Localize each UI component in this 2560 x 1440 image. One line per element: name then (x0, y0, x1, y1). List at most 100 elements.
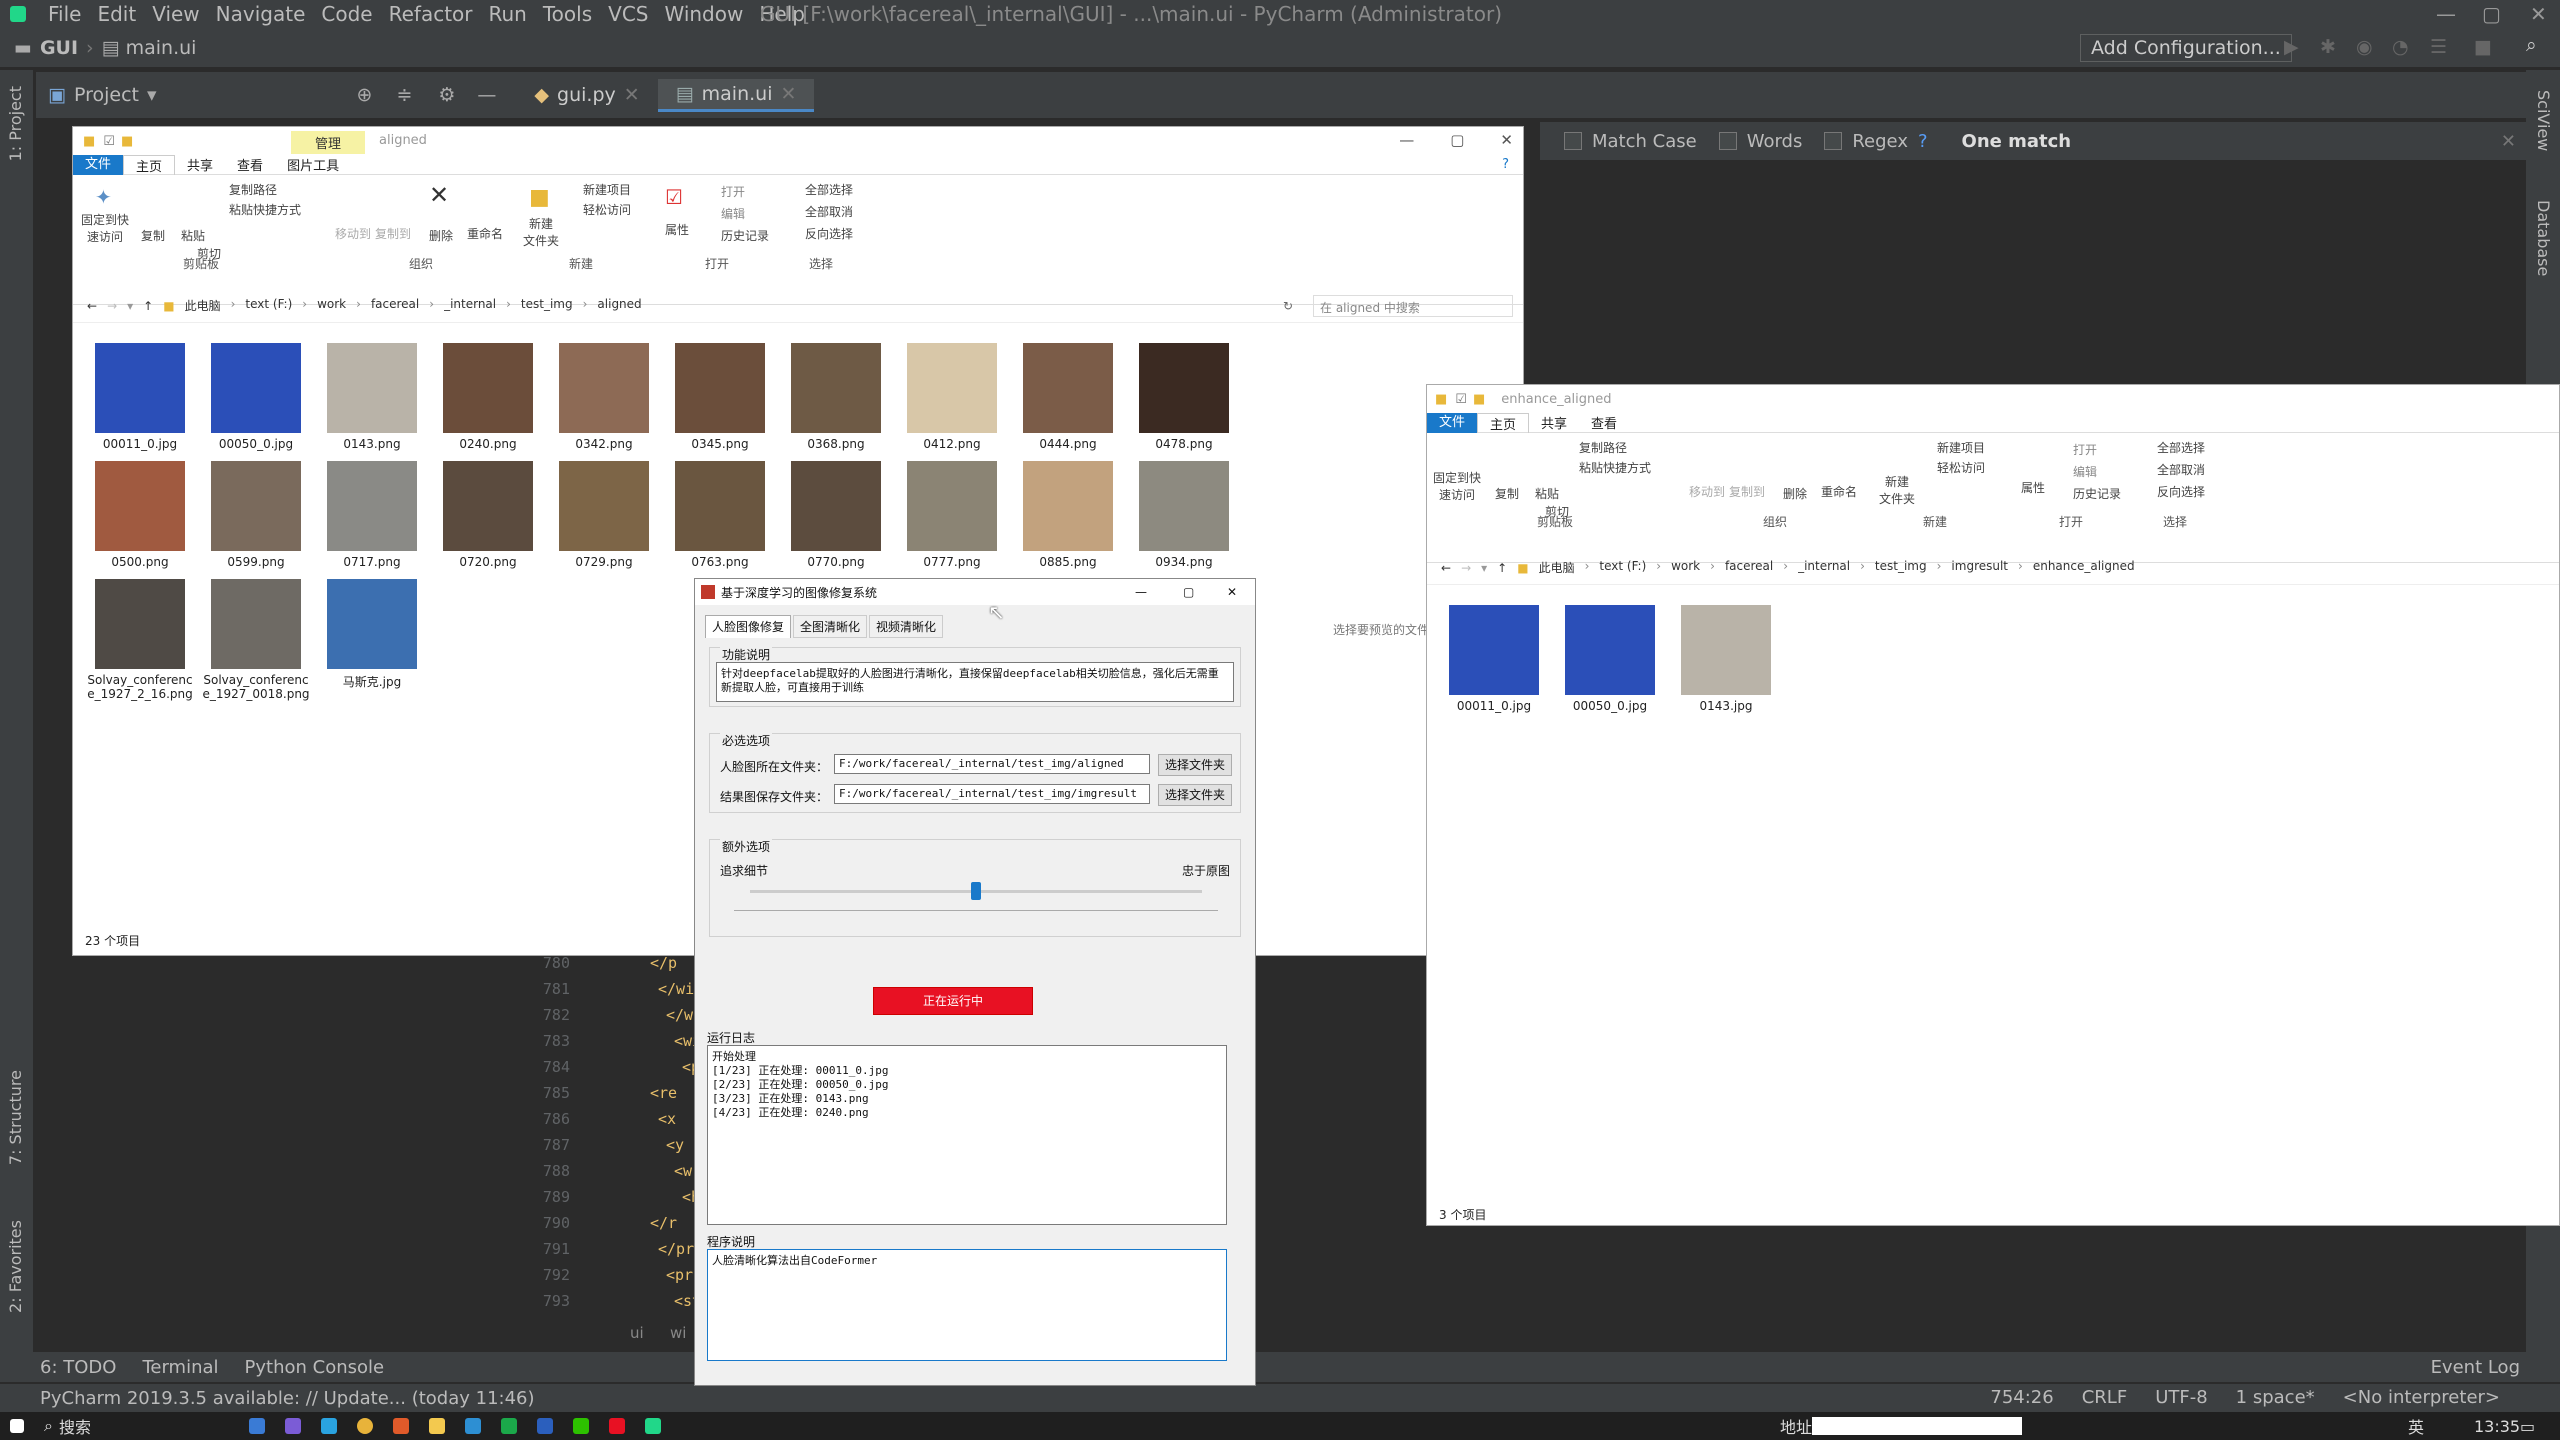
code-line[interactable]: <w (674, 1162, 692, 1180)
tab-video[interactable]: 视频清晰化 (869, 615, 944, 638)
tab-view[interactable]: 查看 (1579, 413, 1629, 432)
search-icon[interactable]: ⌕ (2526, 34, 2537, 56)
indent-setting[interactable]: 1 space* (2236, 1387, 2315, 1408)
file-thumbnail[interactable]: 00011_0.jpg (85, 343, 195, 451)
manage-tab[interactable]: 管理 (291, 131, 366, 154)
delete-button[interactable]: 删除 (1783, 485, 1807, 502)
path-segment[interactable]: test_img (1875, 559, 1927, 576)
add-configuration-button[interactable]: Add Configuration... (2080, 34, 2292, 62)
delete-button[interactable]: 删除 (429, 227, 453, 244)
tab-main-ui[interactable]: ▤ main.ui ✕ (657, 78, 815, 112)
close-icon[interactable]: ✕ (1500, 131, 1513, 149)
hide-icon[interactable]: — (477, 84, 496, 106)
project-selector[interactable]: Project (74, 84, 139, 106)
run-log[interactable]: 开始处理 [1/23] 正在处理: 00011_0.jpg [2/23] 正在处… (707, 1045, 1227, 1225)
back-icon[interactable]: ← (87, 299, 97, 313)
history-button[interactable]: 历史记录 (2073, 485, 2121, 502)
file-thumbnail[interactable]: 0240.png (433, 343, 543, 451)
run-button[interactable]: 正在运行中 (873, 987, 1033, 1015)
output-folder-field[interactable]: F:/work/facereal/_internal/test_img/imgr… (834, 784, 1150, 804)
path-segment[interactable]: work (1671, 559, 1700, 576)
path-breadcrumb[interactable]: 此电脑 › text (F:) › work › facereal › _internal › te… (185, 297, 642, 314)
terminal-tool-button[interactable]: Terminal (142, 1357, 218, 1378)
code-line[interactable]: </p (650, 954, 677, 972)
path-segment[interactable]: enhance_aligned (2033, 559, 2135, 576)
rename-button[interactable]: 重命名 (1821, 483, 1857, 500)
properties-icon[interactable]: ☑ (1455, 392, 1467, 407)
address-input[interactable] (1812, 1417, 2022, 1435)
file-thumbnail[interactable]: 0599.png (201, 461, 311, 569)
file-thumbnail[interactable]: Solvay_conference_1927_2_16.png (85, 579, 195, 701)
rename-button[interactable]: 重命名 (467, 225, 503, 242)
update-notification[interactable]: PyCharm 2019.3.5 available: // Update...… (40, 1388, 535, 1409)
tab-home[interactable]: 主页 (123, 154, 176, 175)
edit-button[interactable]: 编辑 (2073, 463, 2097, 480)
file-thumbnail[interactable]: 0444.png (1013, 343, 1123, 451)
path-segment[interactable]: work (317, 297, 346, 314)
path-segment[interactable]: _internal (444, 297, 496, 314)
input-browse-button[interactable]: 选择文件夹 (1158, 754, 1232, 776)
delete-icon[interactable]: ✕ (429, 181, 449, 209)
database-tool-button[interactable]: Database (2534, 200, 2553, 276)
path-segment[interactable]: 此电脑 (185, 297, 221, 314)
collapse-icon[interactable]: ≑ (396, 84, 412, 106)
debug-icon[interactable]: ✱ (2320, 36, 2336, 58)
menu-vcs[interactable]: VCS (600, 2, 656, 26)
maximize-icon[interactable]: ▢ (1183, 585, 1194, 599)
folder-icon[interactable]: ■ (121, 134, 133, 149)
todo-tool-button[interactable]: 6: TODO (40, 1357, 116, 1378)
tab-share[interactable]: 共享 (175, 155, 225, 174)
caret-position[interactable]: 754:26 (1990, 1387, 2053, 1408)
forward-icon[interactable]: → (107, 299, 117, 313)
close-tab-icon[interactable]: ✕ (780, 83, 796, 105)
output-browse-button[interactable]: 选择文件夹 (1158, 784, 1232, 806)
tab-file[interactable]: 文件 (73, 154, 124, 175)
tab-file[interactable]: 文件 (1427, 412, 1478, 433)
properties-icon[interactable]: ☑ (103, 134, 115, 149)
pin-quick-access-button[interactable]: 固定到快 速访问 (1433, 469, 1481, 503)
input-folder-field[interactable]: F:/work/facereal/_internal/test_img/alig… (834, 754, 1150, 774)
menu-run[interactable]: Run (481, 2, 535, 26)
recent-icon[interactable]: ▾ (127, 299, 133, 313)
wechat-icon[interactable] (572, 1418, 589, 1434)
paste-shortcut-button[interactable]: 粘贴快捷方式 (229, 201, 301, 218)
menu-view[interactable]: View (144, 2, 207, 26)
folder-icon[interactable]: ■ (1473, 392, 1485, 407)
file-thumbnail[interactable]: 0143.png (317, 343, 427, 451)
copy-path-button[interactable]: 复制路径 (1579, 439, 1627, 456)
build-icon[interactable]: ☰ (2430, 36, 2447, 58)
edit-button[interactable]: 编辑 (721, 205, 745, 222)
interpreter-setting[interactable]: <No interpreter> (2343, 1387, 2500, 1408)
app-icon[interactable] (284, 1418, 301, 1434)
open-button[interactable]: 打开 (2073, 441, 2097, 458)
restore-icon[interactable]: ▢ (2482, 2, 2501, 26)
path-segment[interactable]: imgresult (1951, 559, 2008, 576)
editor-breadcrumb-widget[interactable]: wi (670, 1324, 686, 1342)
help-icon[interactable]: ? (1490, 157, 1521, 172)
file-thumbnail[interactable]: 0368.png (781, 343, 891, 451)
maximize-icon[interactable]: ▢ (1450, 131, 1464, 149)
menu-edit[interactable]: Edit (89, 2, 144, 26)
move-to-button[interactable]: 移动到 (1689, 483, 1725, 500)
paste-button[interactable]: 粘贴 (181, 227, 205, 244)
editor-breadcrumb-ui[interactable]: ui (630, 1324, 644, 1342)
words-checkbox[interactable] (1718, 132, 1737, 150)
copy-to-button[interactable]: 复制到 (1729, 483, 1765, 500)
favorites-tool-button[interactable]: 2: Favorites (6, 1220, 25, 1313)
word-icon[interactable] (536, 1418, 553, 1434)
paste-button[interactable]: 粘贴 (1535, 485, 1559, 502)
up-icon[interactable]: ↑ (143, 299, 153, 313)
recent-icon[interactable]: ▾ (1481, 561, 1487, 575)
code-line[interactable]: </r (650, 1214, 677, 1232)
taskbar-search[interactable]: 搜索 (59, 1414, 239, 1438)
menu-file[interactable]: File (40, 2, 89, 26)
easy-access-button[interactable]: 轻松访问 (1937, 459, 1985, 476)
tab-picture-tools[interactable]: 图片工具 (275, 155, 351, 174)
python-console-tool-button[interactable]: Python Console (245, 1357, 385, 1378)
pin-quick-access-button[interactable]: 固定到快 速访问 (81, 211, 129, 245)
copy-path-button[interactable]: 复制路径 (229, 181, 277, 198)
file-thumbnail[interactable]: Solvay_conference_1927_0018.png (201, 579, 311, 701)
file-thumbnail[interactable]: 马斯克.jpg (317, 579, 427, 690)
app-icon[interactable] (608, 1418, 625, 1434)
match-case-checkbox[interactable] (1564, 132, 1582, 150)
